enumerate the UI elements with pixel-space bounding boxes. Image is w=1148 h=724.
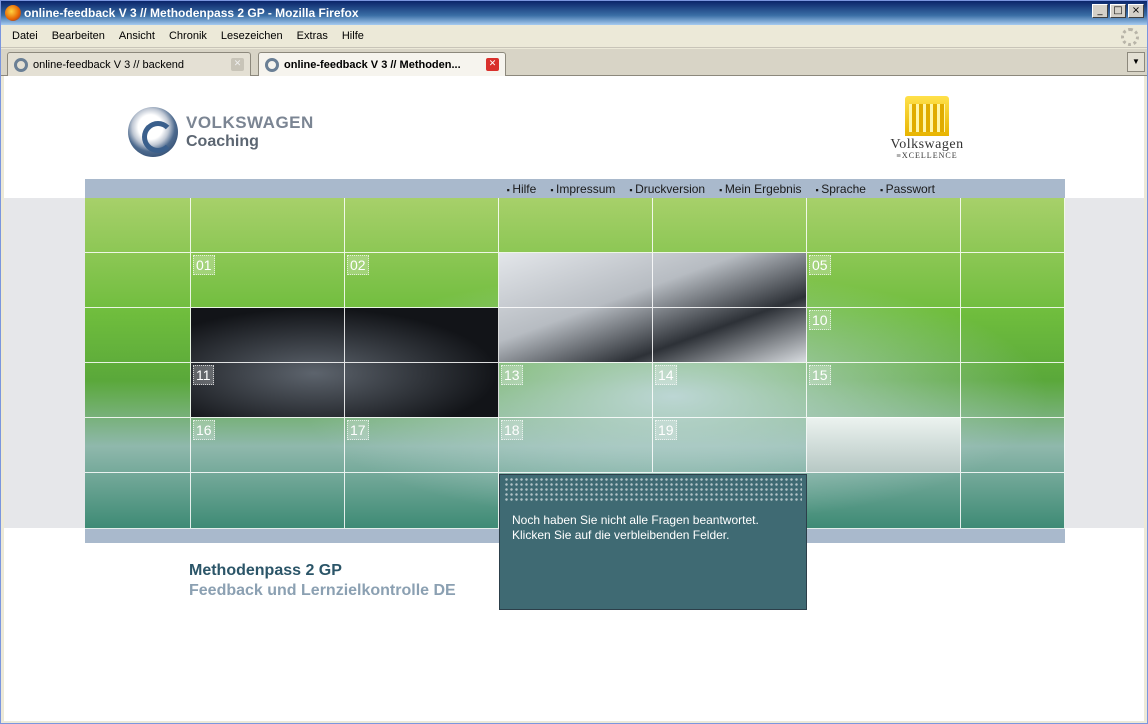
dot-pattern [504,477,802,501]
menu-chronik[interactable]: Chronik [162,30,214,42]
menu-bar: Datei Bearbeiten Ansicht Chronik Lesezei… [1,25,1147,48]
top-navigation: Hilfe Impressum Druckversion Mein Ergebn… [85,179,1065,198]
close-tab-icon[interactable]: ✕ [486,58,499,71]
field-number: 14 [655,365,677,385]
nav-impressum[interactable]: Impressum [550,182,615,196]
question-field-14[interactable]: 14 [653,363,807,418]
grid-cell [85,363,191,418]
grid-cell [653,253,807,308]
question-field-16[interactable]: 16 [191,418,345,473]
question-field-11[interactable]: 11 [191,363,345,418]
grid-cell [961,418,1065,473]
grid-cell [191,473,345,529]
grid-cell [653,198,807,253]
grid-cell [499,198,653,253]
site-favicon-icon [265,58,279,72]
field-number: 15 [809,365,831,385]
minimize-button[interactable]: _ [1092,4,1108,18]
throbber-icon [1121,28,1139,46]
page-subtitle: Feedback und Lernzielkontrolle DE [189,582,456,599]
field-number: 19 [655,420,677,440]
close-tab-icon[interactable]: ✕ [231,58,244,71]
menu-datei[interactable]: Datei [5,30,45,42]
grid-cell [499,253,653,308]
grid-cell [85,418,191,473]
grid-cell [961,253,1065,308]
nav-mein-ergebnis[interactable]: Mein Ergebnis [719,182,802,196]
nav-druckversion[interactable]: Druckversion [629,182,705,196]
window-title: online-feedback V 3 // Methodenpass 2 GP… [24,6,359,20]
tab-bar: online-feedback V 3 // backend ✕ online-… [1,49,1147,77]
grid-cell [807,473,961,529]
volkswagen-coaching-logo: VOLKSWAGEN Coaching [128,107,314,157]
page-content: VOLKSWAGEN Coaching Volkswagen ≡XCELLENC… [4,76,1144,721]
grid-cell [85,308,191,363]
tab-backend[interactable]: online-feedback V 3 // backend ✕ [7,52,251,76]
field-number: 16 [193,420,215,440]
grid-cell [499,308,653,363]
question-field-01[interactable]: 01 [191,253,345,308]
grid-cell [85,253,191,308]
menu-lesezeichen[interactable]: Lesezeichen [214,30,290,42]
grid-cell [345,308,499,363]
menu-hilfe[interactable]: Hilfe [335,30,371,42]
question-field-05[interactable]: 05 [807,253,961,308]
field-number: 11 [193,365,214,385]
grid-cell [191,198,345,253]
popup-line-1: Noch haben Sie nicht alle Fragen beantwo… [512,513,759,527]
grid-cell [807,198,961,253]
grid-cell [653,308,807,363]
tab-methodenpass[interactable]: online-feedback V 3 // Methoden... ✕ [258,52,506,77]
question-field-02[interactable]: 02 [345,253,499,308]
firefox-icon [5,5,21,21]
field-number: 05 [809,255,831,275]
nav-sprache[interactable]: Sprache [816,182,866,196]
field-number: 02 [347,255,369,275]
site-favicon-icon [14,57,28,72]
question-field-17[interactable]: 17 [345,418,499,473]
grid-cell [345,198,499,253]
close-button[interactable]: × [1128,4,1144,18]
question-field-19[interactable]: 19 [653,418,807,473]
volkswagen-excellence-logo: Volkswagen ≡XCELLENCE [875,96,979,160]
grid-cell [961,473,1065,529]
menu-bearbeiten[interactable]: Bearbeiten [45,30,112,42]
menu-ansicht[interactable]: Ansicht [112,30,162,42]
question-field-18[interactable]: 18 [499,418,653,473]
nav-hilfe[interactable]: Hilfe [507,182,536,196]
grid-cell [85,198,191,253]
grid-cell [807,418,961,473]
menu-extras[interactable]: Extras [290,30,335,42]
info-popup: Noch haben Sie nicht alle Fragen beantwo… [499,474,807,610]
field-number: 13 [501,365,523,385]
browser-window: online-feedback V 3 // Methodenpass 2 GP… [0,0,1148,724]
logo-line-1: VOLKSWAGEN [186,113,314,132]
grid-cell [961,363,1065,418]
tab-label: online-feedback V 3 // Methoden... [284,59,461,71]
field-number: 10 [809,310,831,330]
question-field-13[interactable]: 13 [499,363,653,418]
grid-cell [345,363,499,418]
window-controls: _ □ × [1092,4,1144,18]
page-title: Methodenpass 2 GP [189,562,342,579]
maximize-button[interactable]: □ [1110,4,1126,18]
field-number: 18 [501,420,523,440]
question-field-15[interactable]: 15 [807,363,961,418]
grid-cell [961,308,1065,363]
nav-passwort[interactable]: Passwort [880,182,935,196]
excellence-emblem-icon [905,96,949,136]
grid-cell [85,473,191,529]
popup-line-2: Klicken Sie auf die verbleibenden Felder… [512,528,730,542]
grid-cell [191,308,345,363]
logo-line-2: Coaching [186,133,259,150]
field-number: 01 [193,255,215,275]
tab-list-dropdown-icon[interactable]: ▼ [1127,52,1145,72]
coaching-emblem-icon [128,107,178,157]
tab-label: online-feedback V 3 // backend [33,58,185,71]
grid-cell [345,473,499,529]
question-field-10[interactable]: 10 [807,308,961,363]
field-number: 17 [347,420,369,440]
title-bar: online-feedback V 3 // Methodenpass 2 GP… [1,1,1147,25]
grid-cell [961,198,1065,253]
